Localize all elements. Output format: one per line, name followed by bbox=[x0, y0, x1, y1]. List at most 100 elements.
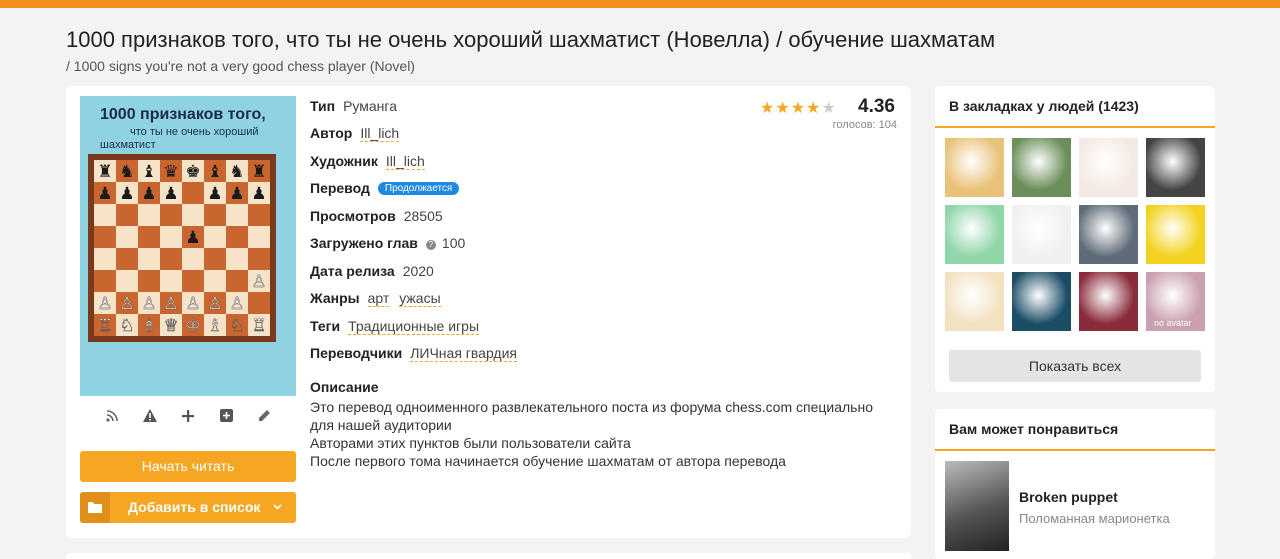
svg-text:♙: ♙ bbox=[229, 294, 244, 314]
type-value: Руманга bbox=[343, 98, 398, 114]
user-avatar[interactable] bbox=[1012, 205, 1071, 264]
translation-status-badge: Продолжается bbox=[377, 182, 460, 195]
recommendation-title[interactable]: Broken puppet bbox=[1019, 489, 1118, 505]
star-icon[interactable]: ★ bbox=[821, 100, 835, 117]
translator-link[interactable]: ЛИЧная гвардия bbox=[410, 345, 517, 362]
svg-text:♝: ♝ bbox=[207, 162, 222, 182]
tag-link[interactable]: Традиционные игры bbox=[348, 318, 480, 335]
user-avatar[interactable] bbox=[1079, 205, 1138, 264]
svg-text:♞: ♞ bbox=[229, 162, 244, 182]
svg-text:♙: ♙ bbox=[97, 294, 112, 314]
user-avatar[interactable]: no avatar bbox=[1146, 272, 1205, 331]
svg-text:♚: ♚ bbox=[185, 162, 200, 182]
rating-votes: голосов: 104 bbox=[832, 119, 897, 131]
star-icon[interactable]: ★ bbox=[806, 100, 820, 117]
folder-icon bbox=[80, 492, 110, 523]
user-avatar[interactable] bbox=[945, 272, 1004, 331]
user-avatar[interactable] bbox=[1146, 138, 1205, 197]
rss-icon[interactable] bbox=[104, 409, 120, 425]
description-line: Авторами этих пунктов были пользователи … bbox=[310, 435, 631, 451]
svg-text:♘: ♘ bbox=[229, 316, 244, 336]
user-avatar[interactable] bbox=[945, 138, 1004, 197]
rating-stars[interactable]: ★★★★★ bbox=[760, 98, 837, 118]
manga-info-card: 1000 признаков того, что ты не очень хор… bbox=[66, 86, 911, 538]
description-text: Это перевод одноименного развлекательног… bbox=[310, 398, 910, 470]
user-avatar[interactable] bbox=[1012, 138, 1071, 197]
avatar-caption: no avatar bbox=[1154, 318, 1192, 328]
artist-label: Художник bbox=[310, 153, 378, 169]
svg-text:♙: ♙ bbox=[163, 294, 178, 314]
info-row-genres: Жанры арт ужасы bbox=[310, 290, 451, 307]
description-heading: Описание bbox=[310, 379, 379, 395]
start-reading-button[interactable]: Начать читать bbox=[80, 451, 296, 482]
warning-icon[interactable] bbox=[142, 409, 158, 425]
divider bbox=[935, 449, 1215, 451]
info-row-views: Просмотров 28505 bbox=[310, 208, 443, 224]
cover-text-line1: 1000 признаков того, bbox=[100, 106, 266, 123]
svg-text:♜: ♜ bbox=[251, 162, 266, 182]
divider bbox=[935, 126, 1215, 128]
user-avatar[interactable] bbox=[1079, 138, 1138, 197]
page-title: 1000 признаков того, что ты не очень хор… bbox=[66, 27, 996, 52]
svg-text:♜: ♜ bbox=[97, 162, 112, 182]
recommendation-cover[interactable] bbox=[945, 461, 1009, 551]
star-icon[interactable]: ★ bbox=[791, 100, 805, 117]
release-label: Дата релиза bbox=[310, 263, 395, 279]
chevron-down-icon bbox=[273, 492, 282, 523]
svg-text:♛: ♛ bbox=[163, 162, 178, 182]
pencil-icon[interactable] bbox=[256, 409, 272, 425]
plus-square-icon[interactable] bbox=[218, 409, 234, 425]
genre-link[interactable]: арт bbox=[367, 290, 390, 307]
show-all-button[interactable]: Показать всех bbox=[949, 350, 1201, 382]
cover-image[interactable]: 1000 признаков того, что ты не очень хор… bbox=[80, 96, 296, 396]
cover-actions bbox=[80, 406, 296, 428]
info-row-type: Тип Руманга bbox=[310, 98, 397, 114]
type-label: Тип bbox=[310, 98, 336, 114]
description-line: для нашей аудитории bbox=[310, 417, 452, 433]
description-line: После первого тома начинается обучение ш… bbox=[310, 453, 786, 469]
svg-text:♗: ♗ bbox=[141, 316, 156, 336]
genre-link[interactable]: ужасы bbox=[399, 290, 441, 307]
chapters-value: 100 bbox=[441, 235, 466, 251]
user-avatar[interactable] bbox=[1079, 272, 1138, 331]
chess-board-illustration: ♜ ♞ ♝ ♛ ♚ ♝ ♞ ♜ ♟ ♟ ♟ ♟ ♟ ♟ ♟ ♟ ♙ ♙ ♙ ♙ ♙ ♙ ♙ ♙ ♖ ♘ ♗ ♕ ♔ ♗ ♘ ♖ bbox=[88, 154, 276, 342]
svg-text:♙: ♙ bbox=[207, 294, 222, 314]
tags-label: Теги bbox=[310, 318, 341, 334]
cover-text-line3: шахматист bbox=[100, 139, 156, 151]
svg-text:♟: ♟ bbox=[207, 184, 222, 204]
user-avatar[interactable] bbox=[945, 205, 1004, 264]
svg-text:♘: ♘ bbox=[119, 316, 134, 336]
svg-text:♙: ♙ bbox=[119, 294, 134, 314]
svg-text:♟: ♟ bbox=[163, 184, 178, 204]
add-to-list-label: Добавить в список bbox=[128, 499, 261, 515]
info-row-translation: Перевод Продолжается bbox=[310, 180, 460, 196]
author-link[interactable]: Ill_lich bbox=[360, 125, 400, 142]
views-label: Просмотров bbox=[310, 208, 396, 224]
user-avatar[interactable] bbox=[1146, 205, 1205, 264]
recommendations-card: Вам может понравиться Broken puppet Поло… bbox=[935, 409, 1215, 559]
artist-link[interactable]: Ill_lich bbox=[385, 153, 425, 170]
svg-text:♖: ♖ bbox=[251, 316, 266, 336]
description-line: Это перевод одноименного развлекательног… bbox=[310, 399, 873, 415]
info-row-tags: Теги Традиционные игры bbox=[310, 318, 489, 335]
star-icon[interactable]: ★ bbox=[775, 100, 789, 117]
plus-icon[interactable] bbox=[180, 409, 196, 425]
bookmarks-heading: В закладках у людей (1423) bbox=[949, 98, 1139, 114]
recommendations-heading: Вам может понравиться bbox=[949, 421, 1119, 437]
add-to-list-button[interactable]: Добавить в список bbox=[80, 492, 296, 523]
author-label: Автор bbox=[310, 125, 353, 141]
svg-text:♝: ♝ bbox=[141, 162, 156, 182]
user-avatar[interactable] bbox=[1012, 272, 1071, 331]
star-icon[interactable]: ★ bbox=[760, 100, 774, 117]
info-row-artist: Художник Ill_lich bbox=[310, 153, 435, 170]
help-icon[interactable]: ? bbox=[425, 240, 436, 250]
next-section-card bbox=[66, 553, 911, 559]
svg-text:♞: ♞ bbox=[119, 162, 134, 182]
svg-text:♙: ♙ bbox=[185, 294, 200, 314]
svg-text:♗: ♗ bbox=[207, 316, 222, 336]
svg-text:♟: ♟ bbox=[185, 228, 200, 248]
bookmarks-card: В закладках у людей (1423) no avatar Пок… bbox=[935, 86, 1215, 392]
chapters-label: Загружено глав bbox=[310, 235, 418, 251]
svg-text:♟: ♟ bbox=[119, 184, 134, 204]
svg-text:♕: ♕ bbox=[163, 316, 178, 336]
